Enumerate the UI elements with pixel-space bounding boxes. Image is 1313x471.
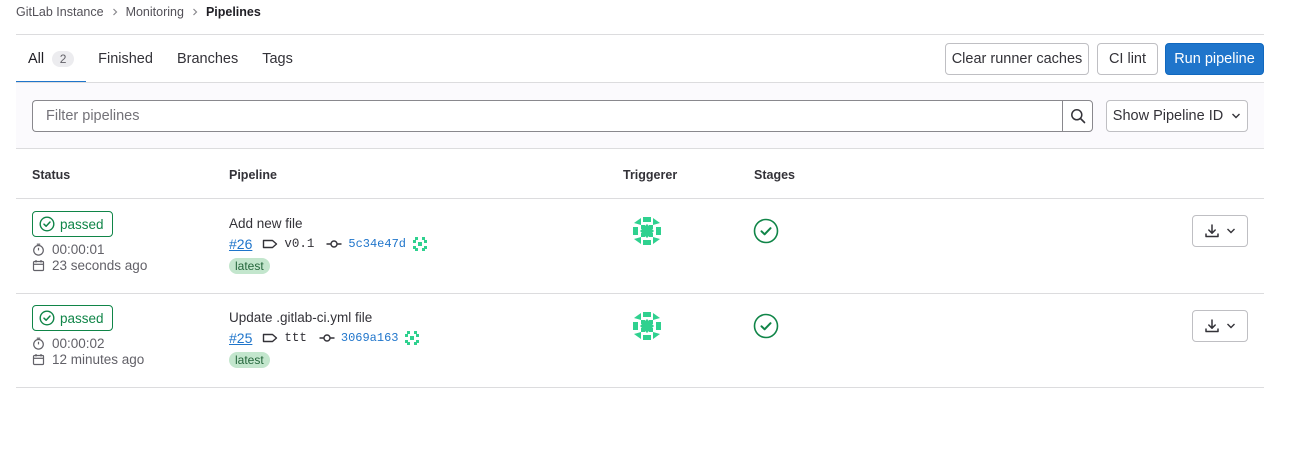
breadcrumb-gitlab-instance[interactable]: GitLab Instance (16, 5, 104, 19)
status-success-icon (39, 310, 55, 326)
table-row: passed 00:00:01 23 seconds ago Add new f… (16, 199, 1264, 293)
commit-icon (319, 332, 335, 344)
user-avatar[interactable] (412, 236, 428, 252)
dropdown-label: Show Pipeline ID (1112, 108, 1224, 124)
tab-branches[interactable]: Branches (165, 35, 250, 83)
chevron-right-icon (191, 8, 199, 16)
pipeline-tabs: All 2 Finished Branches Tags (16, 35, 305, 83)
download-icon (1204, 223, 1220, 239)
chevron-down-icon (1231, 111, 1241, 121)
finished-text: 12 minutes ago (52, 352, 145, 367)
table-row: passed 00:00:02 12 minutes ago Update .g… (16, 294, 1264, 388)
chevron-down-icon (1226, 226, 1236, 236)
breadcrumb-monitoring[interactable]: Monitoring (126, 5, 184, 19)
breadcrumb-pipelines[interactable]: Pipelines (206, 5, 261, 19)
clear-runner-caches-button[interactable]: Clear runner caches (945, 43, 1089, 75)
chevron-down-icon (1226, 321, 1236, 331)
tab-tags[interactable]: Tags (250, 35, 305, 83)
chevron-right-icon (111, 8, 119, 16)
stage-success-icon[interactable] (753, 313, 779, 339)
pipeline-id-link[interactable]: #25 (229, 330, 252, 346)
tab-label: Finished (98, 51, 153, 67)
triggerer-avatar[interactable] (630, 309, 664, 343)
tab-label: Branches (176, 51, 239, 67)
divider (16, 387, 1264, 388)
tag-icon (262, 332, 278, 344)
filter-bar: Show Pipeline ID (16, 83, 1264, 149)
duration-text: 00:00:02 (52, 336, 105, 351)
duration: 00:00:01 (32, 242, 105, 257)
commit-sha-link[interactable]: 3069a163 (341, 331, 399, 345)
column-header-pipeline: Pipeline (229, 168, 277, 182)
tab-label: Tags (262, 51, 293, 67)
tag-icon (262, 238, 278, 250)
finished-time: 12 minutes ago (32, 352, 144, 367)
commit-icon (326, 238, 342, 250)
pipeline-identifiers: #26 v0.1 5c34e47d (229, 236, 428, 252)
ci-lint-button[interactable]: CI lint (1097, 43, 1158, 75)
tab-all[interactable]: All 2 (16, 35, 87, 83)
run-pipeline-button[interactable]: Run pipeline (1165, 43, 1264, 75)
commit-sha-link[interactable]: 5c34e47d (348, 237, 406, 251)
pipeline-identifiers: #25 ttt 3069a163 (229, 330, 420, 346)
latest-badge: latest (229, 258, 270, 274)
latest-badge: latest (229, 352, 270, 368)
download-artifacts-dropdown[interactable] (1192, 215, 1248, 247)
commit-title-link[interactable]: Add new file (229, 216, 303, 231)
tab-finished[interactable]: Finished (86, 35, 165, 83)
status-label: passed (60, 216, 104, 232)
timer-icon (32, 243, 45, 256)
finished-time: 23 seconds ago (32, 258, 147, 273)
timer-icon (32, 337, 45, 350)
calendar-icon (32, 353, 45, 366)
triggerer-avatar[interactable] (630, 214, 664, 248)
duration-text: 00:00:01 (52, 242, 105, 257)
stage-success-icon[interactable] (753, 218, 779, 244)
ref-name[interactable]: v0.1 (284, 237, 314, 251)
status-badge[interactable]: passed (32, 305, 113, 331)
column-header-triggerer: Triggerer (623, 168, 678, 182)
status-badge[interactable]: passed (32, 211, 113, 237)
search-button[interactable] (1062, 100, 1093, 132)
column-header-stages: Stages (754, 168, 795, 182)
download-icon (1204, 318, 1220, 334)
commit-title-link[interactable]: Update .gitlab-ci.yml file (229, 310, 372, 325)
download-artifacts-dropdown[interactable] (1192, 310, 1248, 342)
filter-pipelines-input[interactable] (32, 100, 1063, 132)
tab-label: All (28, 51, 45, 67)
pipeline-id-link[interactable]: #26 (229, 236, 252, 252)
search-icon (1070, 108, 1086, 124)
breadcrumb: GitLab Instance Monitoring Pipelines (16, 0, 261, 24)
tab-count-badge: 2 (52, 51, 75, 67)
ref-name[interactable]: ttt (284, 331, 307, 345)
user-avatar[interactable] (404, 330, 420, 346)
status-label: passed (60, 310, 104, 326)
status-success-icon (39, 216, 55, 232)
calendar-icon (32, 259, 45, 272)
finished-text: 23 seconds ago (52, 258, 148, 273)
column-header-status: Status (32, 168, 71, 182)
duration: 00:00:02 (32, 336, 105, 351)
show-pipeline-id-dropdown[interactable]: Show Pipeline ID (1106, 100, 1248, 132)
